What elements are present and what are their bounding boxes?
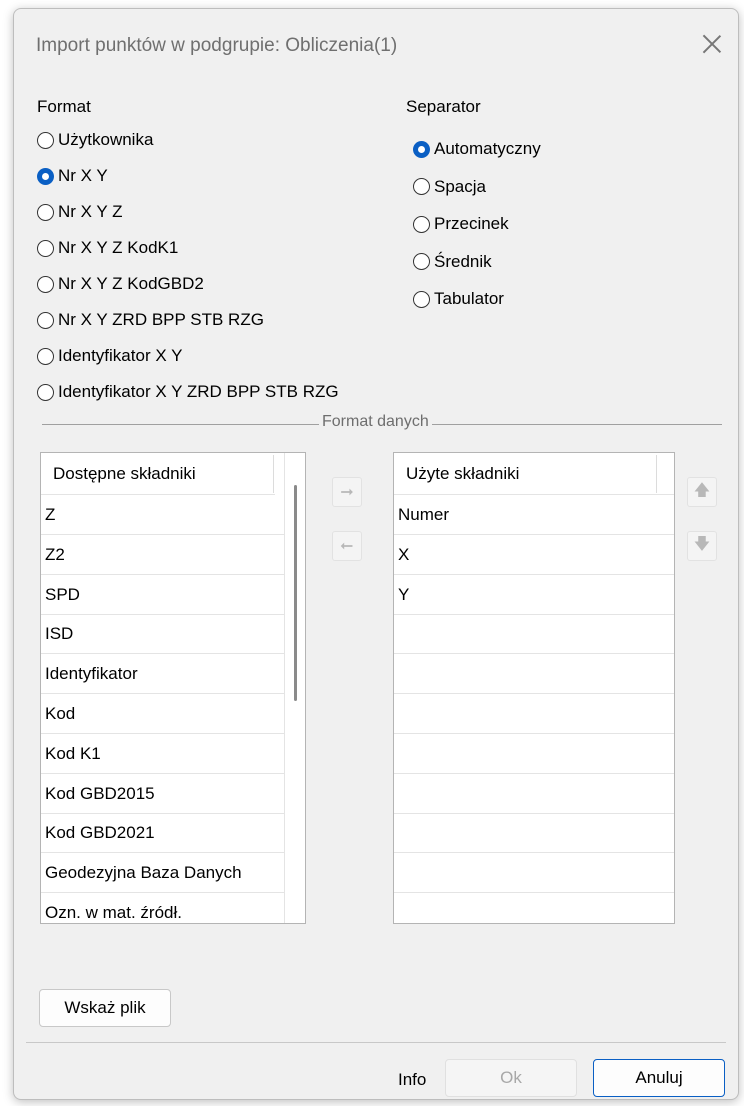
used-component-row[interactable] [394, 654, 674, 695]
used-component-row[interactable]: Y [394, 575, 674, 615]
format-option[interactable]: Nr X Y ZRD BPP STB RZG [37, 307, 264, 333]
used-component-row[interactable]: X [394, 535, 674, 575]
available-components-list[interactable]: Dostępne składniki Z Z2 SPD ISD Identyfikato… [40, 452, 306, 924]
import-dialog: Import punktów w podgrupie: Obliczenia(1… [13, 8, 739, 1100]
used-components-header: Użyte składniki [394, 453, 674, 495]
remove-component-button[interactable]: ➞ [332, 531, 362, 561]
radio-circle-icon[interactable] [37, 239, 54, 257]
radio-circle-icon[interactable] [37, 347, 54, 365]
format-option-label: Nr X Y Z KodK1 [58, 238, 179, 257]
move-down-button[interactable]: 🡇 [687, 531, 717, 561]
arrow-up-icon: 🡅 [693, 481, 711, 499]
separator-option-label: Średnik [434, 251, 492, 271]
dialog-title: Import punktów w podgrupie: Obliczenia(1… [36, 35, 398, 56]
format-option[interactable]: Identyfikator X Y [37, 343, 182, 369]
choose-file-button[interactable]: Wskaż plik [39, 989, 171, 1027]
radio-circle-icon[interactable] [413, 253, 430, 270]
arrow-left-icon: ➞ [340, 538, 354, 555]
radio-circle-icon[interactable] [413, 140, 430, 158]
radio-circle-icon[interactable] [37, 311, 54, 329]
format-option[interactable]: Nr X Y [37, 163, 108, 189]
format-option-label: Użytkownika [58, 130, 154, 149]
move-up-button[interactable]: 🡅 [687, 477, 717, 507]
separator-option-label: Automatyczny [434, 139, 541, 158]
used-component-row[interactable] [394, 893, 674, 923]
available-component-row[interactable]: Kod GBD2021 [41, 813, 284, 854]
close-icon[interactable] [698, 31, 726, 59]
title-bar: Import punktów w podgrupie: Obliczenia(1… [14, 9, 738, 85]
radio-circle-icon[interactable] [37, 203, 54, 221]
separator-option-label: Tabulator [434, 289, 504, 308]
format-option-label: Nr X Y Z [58, 202, 123, 221]
arrow-down-icon: 🡇 [693, 535, 711, 553]
used-component-row[interactable]: Numer [394, 495, 674, 535]
available-component-row[interactable]: ISD [41, 614, 284, 655]
format-label: Format [37, 97, 91, 116]
used-components-header-label: Użyte składniki [406, 464, 520, 483]
scrollbar-thumb[interactable] [294, 485, 297, 701]
radio-circle-icon[interactable] [413, 215, 430, 233]
radio-circle-icon[interactable] [37, 275, 54, 293]
used-component-row[interactable] [394, 614, 674, 655]
used-component-row[interactable] [394, 853, 674, 894]
separator-option[interactable]: Średnik [413, 249, 492, 275]
format-option[interactable]: Nr X Y Z [37, 199, 123, 225]
available-component-row[interactable]: Kod [41, 694, 284, 734]
info-button[interactable]: Info [398, 1070, 426, 1090]
radio-circle-icon[interactable] [413, 290, 430, 308]
format-option-label: Nr X Y Z KodGBD2 [58, 274, 204, 293]
available-component-row[interactable]: Geodezyjna Baza Danych [41, 853, 284, 894]
used-component-row[interactable] [394, 774, 674, 814]
cancel-button[interactable]: Anuluj [593, 1059, 725, 1097]
separator-option[interactable]: Tabulator [413, 286, 504, 312]
radio-circle-icon[interactable] [37, 383, 54, 401]
available-component-row[interactable]: Kod K1 [41, 734, 284, 774]
used-components-list[interactable]: Użyte składniki Numer X Y [393, 452, 675, 924]
ok-button[interactable]: Ok [445, 1059, 577, 1097]
add-component-button[interactable]: ➞ [332, 477, 362, 507]
format-option-label: Identyfikator X Y [58, 346, 183, 365]
available-scrollbar[interactable] [284, 453, 305, 923]
separator-option[interactable]: Przecinek [413, 211, 509, 237]
separator-option[interactable]: Automatyczny [413, 136, 541, 162]
available-component-row[interactable]: Ozn. w mat. źródł. [41, 893, 284, 923]
available-components-header-label: Dostępne składniki [53, 464, 196, 483]
separator-option-label: Spacja [434, 176, 486, 196]
used-component-row[interactable] [394, 694, 674, 734]
format-option[interactable]: Identyfikator X Y ZRD BPP STB RZG [37, 379, 339, 405]
separator-option[interactable]: Spacja [413, 174, 486, 200]
radio-circle-icon[interactable] [413, 178, 430, 195]
format-option-label: Nr X Y ZRD BPP STB RZG [58, 310, 264, 329]
available-component-row[interactable]: Z2 [41, 535, 284, 575]
available-component-row[interactable]: Kod GBD2015 [41, 774, 284, 814]
available-component-row[interactable]: Z [41, 495, 284, 535]
format-danych-title: Format danych [319, 413, 432, 431]
separator-option-label: Przecinek [434, 214, 509, 233]
used-component-row[interactable] [394, 813, 674, 854]
radio-circle-icon[interactable] [37, 167, 54, 185]
format-option[interactable]: Użytkownika [37, 127, 153, 153]
format-option-label: Nr X Y [58, 166, 108, 185]
arrow-right-icon: ➞ [340, 484, 354, 501]
available-component-row[interactable]: Identyfikator [41, 654, 284, 695]
separator-label: Separator [406, 97, 481, 116]
available-components-header: Dostępne składniki [41, 453, 275, 495]
format-option[interactable]: Nr X Y Z KodK1 [37, 235, 178, 261]
used-component-row[interactable] [394, 734, 674, 774]
format-option-label: Identyfikator X Y ZRD BPP STB RZG [58, 382, 339, 401]
radio-circle-icon[interactable] [37, 131, 54, 149]
footer-divider [26, 1042, 726, 1043]
format-option[interactable]: Nr X Y Z KodGBD2 [37, 271, 204, 297]
available-component-row[interactable]: SPD [41, 575, 284, 615]
